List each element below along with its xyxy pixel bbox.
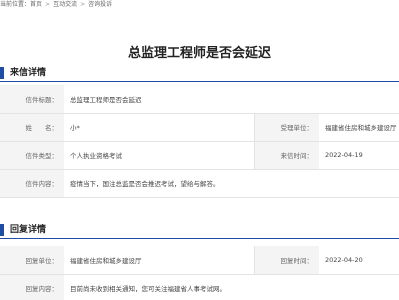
letter-section-header: 来信详情 xyxy=(0,64,399,82)
page-title: 总监理工程师是否会延迟 xyxy=(127,46,271,61)
reply-details-table: 回复单位： 福建省住房和城乡建设厅 回复时间： 2022-04-20 回复内容：… xyxy=(0,246,399,300)
letter-content-label: 信件内容： xyxy=(0,169,64,198)
subject-label: 信件标题： xyxy=(0,85,64,114)
letter-section-title: 来信详情 xyxy=(10,68,47,78)
breadcrumb-link-consult[interactable]: 咨询投诉 xyxy=(88,0,112,10)
table-row: 信件类型： 个人执业资格考试 来信时间： 2022-04-19 xyxy=(0,141,399,170)
handling-unit-value: 福建省住房和城乡建设厅 xyxy=(319,113,399,142)
breadcrumb-link-interaction[interactable]: 互动交流 xyxy=(53,0,77,10)
reply-section-header: 回复详情 xyxy=(0,221,399,239)
reply-content-label: 回复内容： xyxy=(0,274,64,300)
breadcrumb-link-home[interactable]: 首页 xyxy=(30,0,42,10)
breadcrumb-separator: > xyxy=(80,1,86,8)
section-divider xyxy=(0,81,399,82)
letter-time-value: 2022-04-19 xyxy=(319,141,399,170)
letter-time-label: 来信时间： xyxy=(253,141,319,170)
table-row: 姓 名： 小* 受理单位： 福建省住房和城乡建设厅 xyxy=(0,113,399,142)
name-label: 姓 名： xyxy=(0,113,64,142)
reply-content-value: 目前尚未收到相关通知，您可关注福建省人事考试网。 xyxy=(64,274,399,300)
name-value: 小* xyxy=(64,113,254,142)
table-row: 回复内容： 目前尚未收到相关通知，您可关注福建省人事考试网。 xyxy=(0,274,399,300)
reply-unit-value: 福建省住房和城乡建设厅 xyxy=(64,246,254,275)
handling-unit-label: 受理单位： xyxy=(253,113,319,142)
table-row: 回复单位： 福建省住房和城乡建设厅 回复时间： 2022-04-20 xyxy=(0,246,399,275)
letter-type-label: 信件类型： xyxy=(0,141,64,170)
reply-time-value: 2022-04-20 xyxy=(319,246,399,275)
letter-details-table: 信件标题： 总监理工程师是否会延迟 姓 名： 小* 受理单位： 福建省住房和城乡… xyxy=(0,85,399,198)
table-row: 信件内容： 疫情当下，国注总监是否会推迟考试，望给与解答。 xyxy=(0,169,399,198)
reply-time-label: 回复时间： xyxy=(253,246,319,275)
letter-type-value: 个人执业资格考试 xyxy=(64,141,254,170)
section-marker xyxy=(0,224,4,236)
subject-value: 总监理工程师是否会延迟 xyxy=(64,85,399,114)
breadcrumb-prefix: 当前位置： xyxy=(0,1,31,8)
section-marker xyxy=(0,67,4,79)
letter-content-value: 疫情当下，国注总监是否会推迟考试，望给与解答。 xyxy=(64,169,399,198)
breadcrumb-separator: > xyxy=(45,1,51,8)
table-row: 信件标题： 总监理工程师是否会延迟 xyxy=(0,85,399,114)
reply-section-title: 回复详情 xyxy=(10,225,47,235)
reply-unit-label: 回复单位： xyxy=(0,246,64,275)
breadcrumb: 当前位置：首页 > 互动交流 > 咨询投诉 xyxy=(0,0,399,14)
section-divider xyxy=(0,238,399,239)
